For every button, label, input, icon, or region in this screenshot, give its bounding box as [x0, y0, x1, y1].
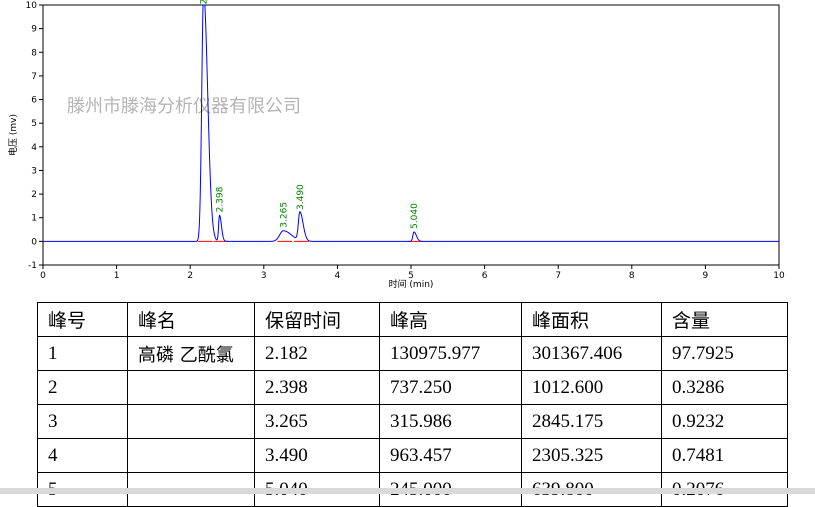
table-header-row: 峰号 峰名 保留时间 峰高 峰面积 含量 [37, 302, 788, 337]
table-row: 2 2.398 737.250 1012.600 0.3286 [37, 370, 788, 405]
cell-retention-time: 3.265 [254, 404, 380, 439]
y-axis-title: 电压 (mv) [7, 114, 19, 156]
watermark: 滕州市滕海分析仪器有限公司 [67, 96, 301, 117]
cell-retention-time: 3.490 [254, 438, 380, 473]
table-row: 3 3.265 315.986 2845.175 0.9232 [37, 404, 788, 439]
cell-content: 0.7481 [661, 438, 788, 473]
cell-peak-no: 1 [37, 336, 128, 371]
cell-peak-height: 737.250 [379, 370, 522, 405]
cell-peak-name [127, 404, 255, 439]
x-tick-label: 3 [261, 271, 267, 281]
y-tick-label: 3 [31, 166, 37, 176]
cell-peak-height: 963.457 [379, 438, 522, 473]
header-peak-height: 峰高 [379, 302, 522, 337]
y-tick-label: 4 [31, 143, 37, 153]
y-tick-label: -1 [28, 261, 37, 271]
x-tick-label: 7 [555, 271, 561, 281]
cell-peak-height: 130975.977 [379, 336, 522, 371]
peak-rt-label: 5.040 [410, 203, 420, 229]
y-tick-label: 2 [31, 190, 37, 200]
cell-peak-area: 2305.325 [521, 438, 662, 473]
x-axis: 0 1 2 3 4 5 6 7 8 9 10 [40, 265, 785, 281]
cell-peak-area: 301367.406 [521, 336, 662, 371]
x-tick-label: 2 [187, 271, 193, 281]
y-tick-label: 7 [31, 72, 37, 82]
y-axis: -1 0 1 2 3 4 5 6 7 8 9 10 [26, 1, 43, 271]
bottom-bar [0, 488, 815, 494]
y-tick-label: 0 [31, 237, 37, 247]
cell-content: 0.3286 [661, 370, 788, 405]
peak-rt-label: 3.490 [296, 184, 306, 210]
chromatogram-chart: -1012345678910 0 1 2 3 4 5 6 7 8 9 10 滕州市滕海分析仪器有限公… [7, 0, 785, 290]
table-row: 1 高磷 乙酰氯 2.182 130975.977 301367.406 97.… [37, 336, 788, 371]
x-tick-label: 6 [482, 271, 488, 281]
cell-peak-no: 3 [37, 404, 128, 439]
cell-peak-area: 2845.175 [521, 404, 662, 439]
peak-rt-label: 2.182 [200, 0, 210, 4]
header-retention-time: 保留时间 [254, 302, 380, 337]
header-peak-name: 峰名 [127, 302, 255, 337]
x-tick-label: 0 [40, 271, 46, 281]
table-row: 4 3.490 963.457 2305.325 0.7481 [37, 438, 788, 473]
cell-peak-name: 高磷 乙酰氯 [127, 336, 255, 371]
y-tick-label: 6 [31, 96, 37, 106]
y-tick-label: 8 [31, 48, 37, 58]
y-tick-label: 10 [26, 1, 38, 11]
y-tick-label: 5 [31, 119, 37, 129]
cell-peak-name [127, 370, 255, 405]
cell-content: 97.7925 [661, 336, 788, 371]
header-peak-no: 峰号 [37, 302, 128, 337]
x-tick-label: 1 [114, 271, 120, 281]
cell-peak-no: 4 [37, 438, 128, 473]
cell-peak-no: 2 [37, 370, 128, 405]
header-peak-area: 峰面积 [521, 302, 662, 337]
x-axis-title: 时间 (min) [389, 278, 434, 290]
peak-rt-label: 2.398 [216, 186, 226, 212]
x-tick-label: 8 [629, 271, 635, 281]
cell-peak-name [127, 438, 255, 473]
cell-peak-height: 315.986 [379, 404, 522, 439]
cell-content: 0.9232 [661, 404, 788, 439]
peak-rt-label: 3.265 [279, 202, 289, 228]
y-tick-label: 1 [31, 214, 37, 224]
header-content: 含量 [661, 302, 788, 337]
x-tick-label: 4 [335, 271, 341, 281]
y-tick-label: 9 [31, 25, 37, 35]
peak-results-table: 峰号 峰名 保留时间 峰高 峰面积 含量 1 高磷 乙酰氯 2.182 1309… [37, 302, 788, 507]
x-tick-label: 10 [773, 271, 785, 281]
cell-peak-area: 1012.600 [521, 370, 662, 405]
cell-retention-time: 2.398 [254, 370, 380, 405]
cell-retention-time: 2.182 [254, 336, 380, 371]
x-tick-label: 9 [703, 271, 709, 281]
